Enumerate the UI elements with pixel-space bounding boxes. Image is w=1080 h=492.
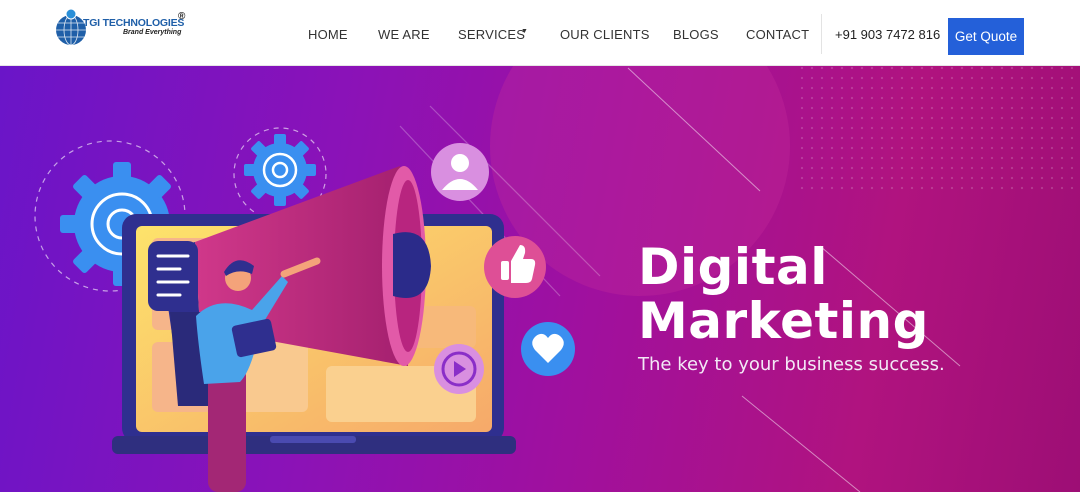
- nav-we-are[interactable]: WE ARE: [378, 27, 430, 42]
- thumbs-up-icon: [484, 236, 546, 298]
- gear-small-icon: [244, 134, 316, 206]
- get-quote-button[interactable]: Get Quote: [948, 18, 1024, 55]
- hero-subtitle: The key to your business success.: [638, 354, 945, 375]
- user-icon: [431, 143, 489, 201]
- nav-our-clients[interactable]: OUR CLIENTS: [560, 27, 650, 42]
- hero-banner: Digital Marketing The key to your busine…: [0, 66, 1080, 492]
- nav-divider: [821, 14, 822, 54]
- nav-services[interactable]: SERVICES: [458, 27, 525, 42]
- nav-contact[interactable]: CONTACT: [746, 27, 809, 42]
- heart-icon: [521, 322, 575, 376]
- bg-dots: [800, 66, 1080, 196]
- hero-text: Digital Marketing The key to your busine…: [638, 240, 945, 375]
- play-icon: [434, 344, 484, 394]
- hero-title: Digital Marketing: [638, 238, 929, 350]
- chevron-down-icon[interactable]: ▼: [521, 28, 528, 35]
- nav-home[interactable]: HOME: [308, 27, 348, 42]
- nav-blogs[interactable]: BLOGS: [673, 27, 719, 42]
- site-header: TGI TECHNOLOGIES ® Brand Everything HOME…: [0, 0, 1080, 66]
- registered-mark: ®: [178, 11, 186, 22]
- phone-number[interactable]: +91 903 7472 816: [835, 27, 940, 42]
